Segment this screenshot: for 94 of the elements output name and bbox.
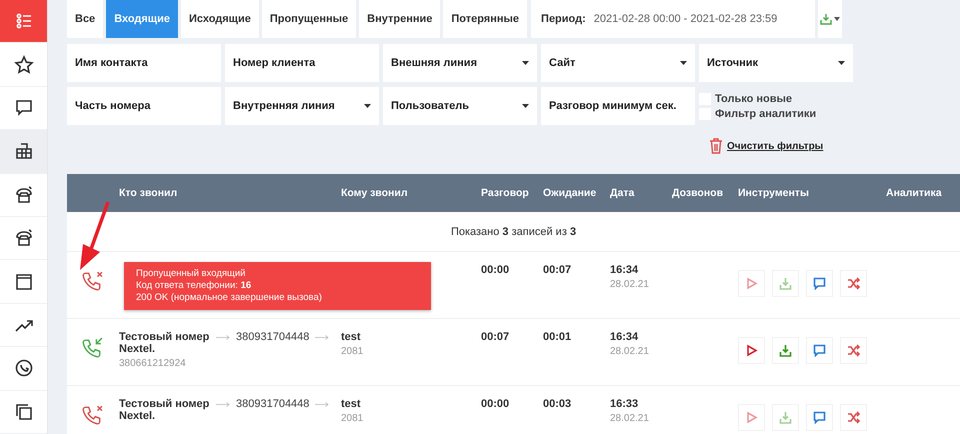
period-field[interactable]: Период: 2021-02-28 00:00 - 2021-02-28 23:59 — [531, 0, 816, 38]
clock-icon — [14, 358, 34, 378]
arrow-icon — [216, 334, 230, 340]
text-field[interactable]: Номер клиента — [225, 44, 379, 82]
filter-tab[interactable]: Все — [67, 0, 104, 38]
column-header: Дата — [610, 187, 636, 199]
comment-button[interactable] — [806, 337, 833, 364]
column-header: Кому звонил — [341, 187, 408, 199]
shuffle-icon — [847, 411, 860, 424]
wait-duration: 00:07 — [543, 264, 572, 276]
phone-icon — [14, 184, 34, 205]
download-icon — [779, 411, 792, 424]
caret-icon — [522, 61, 529, 65]
call-date: 28.02.21 — [610, 279, 650, 290]
play-icon — [745, 411, 758, 424]
dropdown[interactable]: Пользователь — [383, 87, 537, 125]
filter-tab[interactable]: Исходящие — [180, 0, 259, 38]
caret-icon — [834, 17, 840, 21]
play-icon — [745, 344, 758, 357]
column-header: Ожидание — [543, 187, 598, 199]
play-button[interactable] — [738, 337, 765, 364]
talk-duration: 00:07 — [481, 331, 510, 343]
dropdown[interactable]: Сайт — [541, 44, 695, 82]
filter-tab[interactable]: Потерянные — [443, 0, 528, 38]
text-field[interactable]: Имя контакта — [67, 44, 221, 82]
dropdown[interactable]: Внешняя линия — [383, 44, 537, 82]
caller-number: 380661212924 — [119, 358, 187, 369]
sidebar-item[interactable] — [0, 130, 47, 174]
caret-icon — [364, 104, 371, 108]
filter-tab[interactable]: Внутренние — [359, 0, 440, 38]
play-button[interactable] — [738, 404, 765, 431]
checkbox-label: Только новые — [715, 92, 792, 104]
talk-duration: 00:00 — [481, 398, 510, 410]
text-field[interactable]: Разговор минимум сек. — [541, 87, 695, 125]
column-header: Кто звонил — [118, 187, 178, 199]
callee-name: test — [341, 331, 362, 343]
comment-button[interactable] — [806, 404, 833, 431]
play-button[interactable] — [738, 270, 765, 297]
call-status-tooltip: Пропущенный входящий Код ответа телефонии: 16 200 OK (нормальное завершение вызова) — [124, 262, 431, 310]
building-icon — [14, 141, 34, 162]
filter-tab[interactable]: Пропущенные — [262, 0, 356, 38]
window-icon — [14, 272, 34, 292]
arrow-icon — [315, 402, 330, 406]
chat-icon — [813, 277, 826, 290]
shuffle-button[interactable] — [840, 270, 867, 297]
shuffle-button[interactable] — [840, 337, 867, 364]
caret-icon — [680, 61, 687, 65]
text-field[interactable]: Часть номера — [67, 87, 221, 125]
star-icon — [14, 54, 34, 75]
caller-name: Тестовый номер Nextel. — [119, 398, 210, 422]
shuffle-icon — [847, 277, 860, 290]
call-time: 16:33 — [610, 398, 640, 410]
chat-icon — [14, 98, 34, 118]
comment-button[interactable] — [806, 270, 833, 297]
caret-icon — [838, 61, 845, 65]
dropdown[interactable]: Источник — [699, 44, 853, 82]
export-button[interactable] — [818, 0, 842, 38]
records-summary: Показано 3 записей из 3 — [450, 226, 576, 238]
download-icon — [779, 344, 792, 357]
phone-icon — [14, 228, 34, 248]
arrow-icon — [315, 334, 330, 340]
column-header: Аналитика — [886, 187, 943, 199]
wait-duration: 00:01 — [543, 331, 572, 343]
column-header: Инструменты — [738, 187, 810, 199]
column-header: Разговор — [481, 187, 530, 199]
chat-icon — [813, 344, 826, 357]
callee-extension: 2081 — [341, 346, 364, 357]
call-time: 16:34 — [610, 264, 640, 276]
shuffle-icon — [847, 344, 860, 357]
clear-filters-link[interactable]: Очистить фильтры — [727, 140, 824, 152]
call-date: 28.02.21 — [610, 346, 650, 357]
column-header: Дозвонов — [672, 187, 724, 199]
arrow-icon — [216, 402, 230, 406]
trash-icon — [709, 138, 723, 154]
talk-duration: 00:00 — [481, 264, 510, 276]
callee-name: test — [341, 398, 362, 410]
wait-duration: 00:03 — [543, 398, 572, 410]
caret-icon — [522, 104, 529, 108]
dropdown[interactable]: Внутренняя линия — [225, 87, 379, 125]
checkbox-label: Фильтр аналитики — [715, 108, 816, 120]
download-icon — [820, 13, 832, 25]
download-button[interactable] — [772, 337, 799, 364]
shuffle-button[interactable] — [840, 404, 867, 431]
callee-extension: 2081 — [341, 413, 364, 424]
dialed-number: 380931704448 — [236, 331, 310, 343]
call-date: 28.02.21 — [610, 413, 650, 424]
menu-icon — [14, 11, 34, 32]
chat-icon — [813, 411, 826, 424]
call-time: 16:34 — [610, 331, 640, 343]
play-icon — [745, 277, 758, 290]
dialed-number: 380931704448 — [236, 398, 310, 410]
download-icon — [779, 277, 792, 290]
copy-icon — [14, 402, 34, 422]
caller-name: Тестовый номер Nextel. — [119, 331, 210, 355]
